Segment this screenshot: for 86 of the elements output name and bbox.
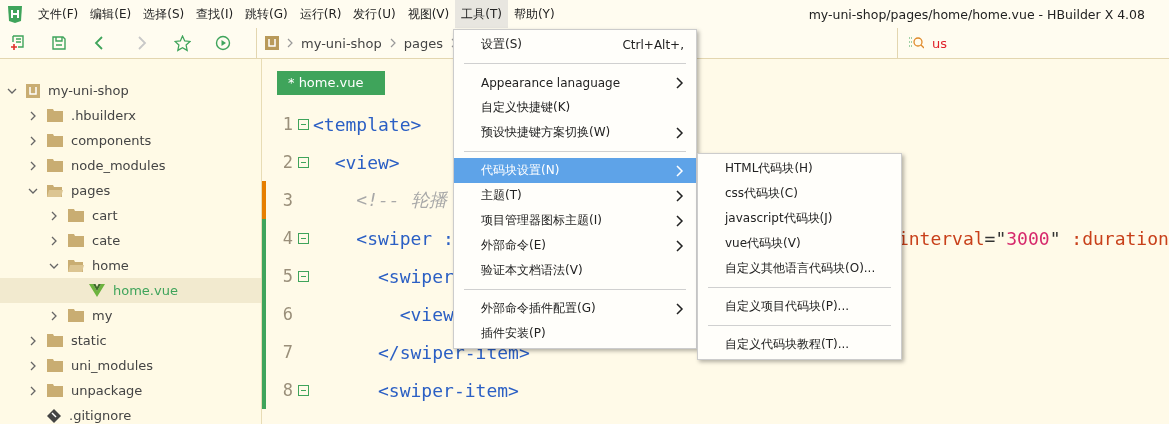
menu-item[interactable]: HTML代码块(H) bbox=[698, 156, 901, 181]
tree-item[interactable]: .hbuilderx bbox=[0, 103, 261, 128]
menu-item[interactable]: css代码块(C) bbox=[698, 181, 901, 206]
menu-item[interactable]: 预设快捷键方案切换(W) bbox=[454, 120, 696, 145]
tree-item[interactable]: uni_modules bbox=[0, 353, 261, 378]
menu-item[interactable]: 主题(T) bbox=[454, 183, 696, 208]
code-text: <!-- 轮播 bbox=[355, 188, 447, 212]
line-number: 2 bbox=[281, 152, 293, 172]
menu-item[interactable]: 工具(T) bbox=[455, 0, 508, 28]
menu-item[interactable]: 自定义代码块教程(T)... bbox=[698, 332, 901, 357]
menu-item[interactable]: 设置(S) Ctrl+Alt+, bbox=[454, 32, 696, 57]
tree-item[interactable]: my bbox=[0, 303, 261, 328]
code-text: :duration bbox=[1070, 227, 1169, 249]
menu-item[interactable]: 自定义项目代码块(P)... bbox=[698, 294, 901, 319]
app-logo-icon bbox=[6, 5, 24, 23]
fold-icon[interactable] bbox=[297, 232, 309, 244]
code-text: 3000 bbox=[1006, 227, 1050, 249]
star-icon[interactable] bbox=[174, 34, 191, 52]
menu-item[interactable]: 自定义快捷键(K) bbox=[454, 95, 696, 120]
fold-icon[interactable] bbox=[297, 118, 309, 130]
open-folder-icon bbox=[47, 184, 63, 197]
tree-item[interactable]: static bbox=[0, 328, 261, 353]
folder-icon bbox=[68, 309, 84, 322]
menu-item[interactable]: 发行(U) bbox=[347, 0, 402, 28]
menu-item[interactable]: 外部命令插件配置(G) bbox=[454, 296, 696, 321]
tree-item[interactable]: cate bbox=[0, 228, 261, 253]
code-text: <swiper : bbox=[355, 227, 454, 249]
git-icon bbox=[47, 408, 61, 423]
tree-item[interactable]: node_modules bbox=[0, 153, 261, 178]
search-field[interactable]: us bbox=[932, 35, 948, 51]
code-text: <swiper-item> bbox=[377, 379, 519, 401]
tree-item[interactable]: home bbox=[0, 253, 261, 278]
code-text: <view> bbox=[333, 151, 400, 173]
menu-item[interactable]: 帮助(Y) bbox=[507, 0, 561, 28]
line-number: 7 bbox=[281, 342, 293, 362]
line-number: 1 bbox=[281, 114, 293, 134]
menu-item[interactable]: 项目管理器图标主题(I) bbox=[454, 208, 696, 233]
folder-icon bbox=[47, 134, 63, 147]
breadcrumb-item[interactable]: my-uni-shop bbox=[301, 35, 382, 51]
save-icon[interactable] bbox=[51, 35, 67, 51]
project-icon bbox=[265, 36, 279, 50]
line-number: 6 bbox=[281, 304, 293, 324]
folder-icon bbox=[47, 109, 63, 122]
folder-icon bbox=[47, 384, 63, 397]
vue-icon bbox=[89, 284, 105, 297]
window-title: my-uni-shop/pages/home/home.vue - HBuilder X 4.08 bbox=[808, 6, 1145, 22]
menu-item[interactable]: 验证本文档语法(V) bbox=[454, 258, 696, 283]
code-text: <swiper bbox=[377, 265, 454, 287]
line-number: 3 bbox=[281, 190, 293, 210]
project-icon bbox=[26, 83, 40, 98]
fold-icon[interactable] bbox=[297, 156, 309, 168]
code-text: <template> bbox=[313, 113, 422, 135]
breadcrumb-item[interactable]: pages bbox=[403, 35, 444, 51]
menu-item[interactable]: 外部命令(E) bbox=[454, 233, 696, 258]
new-file-icon[interactable] bbox=[10, 35, 26, 51]
menu-item[interactable]: 选择(S) bbox=[137, 0, 191, 28]
menu-item[interactable]: 编辑(E) bbox=[84, 0, 138, 28]
search-icon bbox=[908, 36, 925, 50]
tree-item[interactable]: cart bbox=[0, 203, 261, 228]
tree-item[interactable]: components bbox=[0, 128, 261, 153]
menu-item[interactable]: 运行(R) bbox=[293, 0, 348, 28]
folder-icon bbox=[47, 359, 63, 372]
open-folder-icon bbox=[68, 259, 84, 272]
line-number: 5 bbox=[281, 266, 293, 286]
menu-item[interactable]: Appearance lanaguage bbox=[454, 70, 696, 95]
tree-item[interactable]: my-uni-shop bbox=[0, 78, 261, 103]
menu-item[interactable]: 文件(F) bbox=[32, 0, 85, 28]
run-icon[interactable] bbox=[215, 35, 231, 51]
menu-item[interactable]: 跳转(G) bbox=[239, 0, 294, 28]
menu-item[interactable]: 查找(I) bbox=[190, 0, 240, 28]
folder-icon bbox=[47, 334, 63, 347]
code-text: " bbox=[1049, 227, 1061, 249]
tree-item[interactable]: unpackage bbox=[0, 378, 261, 403]
menu-item[interactable]: 视图(V) bbox=[401, 0, 456, 28]
folder-icon bbox=[47, 159, 63, 172]
fold-icon[interactable] bbox=[297, 384, 309, 396]
code-text: =" bbox=[984, 227, 1007, 249]
fold-icon[interactable] bbox=[297, 270, 309, 282]
code-text: <view bbox=[398, 303, 454, 325]
folder-icon bbox=[68, 234, 84, 247]
tree-item[interactable]: .gitignore bbox=[0, 403, 261, 424]
folder-icon bbox=[68, 209, 84, 222]
menu-item[interactable]: 自定义其他语言代码块(O)... bbox=[698, 256, 901, 281]
tree-item[interactable]: pages bbox=[0, 178, 261, 203]
line-number: 4 bbox=[281, 228, 293, 248]
line-number: 8 bbox=[281, 380, 293, 400]
